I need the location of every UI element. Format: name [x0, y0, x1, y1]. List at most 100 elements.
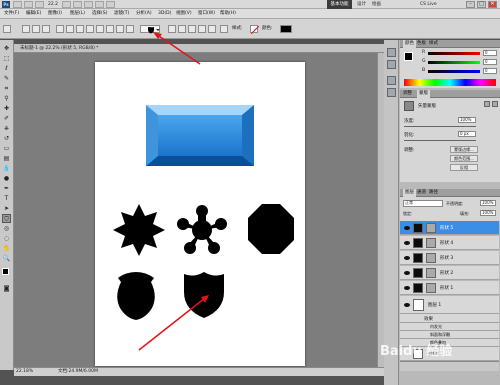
density-field[interactable]: 100% [458, 117, 476, 123]
vertical-scrollbar[interactable] [377, 53, 384, 367]
layer-name[interactable]: 形状 2 [440, 270, 453, 276]
hand-tool-icon[interactable]: ✋ [2, 244, 11, 253]
menu-window[interactable]: 窗口(W) [198, 10, 215, 18]
tool-preset-picker[interactable] [3, 25, 11, 33]
effect-inner-glow[interactable]: 内发光 [400, 323, 499, 331]
tab-layers[interactable]: 图层 [403, 189, 416, 197]
color-spectrum-bar[interactable] [404, 79, 496, 86]
r-value-field[interactable]: 0 [483, 50, 497, 56]
move-tool-icon[interactable]: ✥ [2, 44, 11, 53]
crop-tool-icon[interactable]: ⌗ [2, 84, 11, 93]
menu-image[interactable]: 图像(I) [48, 10, 62, 18]
layer-name[interactable]: 形状 1 [440, 285, 453, 291]
layer-row-shape5[interactable]: 形状 5 [400, 221, 499, 235]
b-slider[interactable] [428, 70, 480, 73]
blue-button-shape[interactable] [146, 105, 254, 166]
maximize-button[interactable]: □ [477, 1, 486, 8]
arrange-documents-button[interactable] [95, 1, 104, 8]
menu-3d[interactable]: 3D(D) [158, 10, 171, 18]
color-swatch[interactable] [280, 25, 292, 33]
lasso-tool-icon[interactable]: ℓ [2, 64, 11, 73]
rounded-rectangle-option[interactable] [86, 25, 94, 33]
history-brush-tool-icon[interactable]: ↺ [2, 134, 11, 143]
actions-panel-icon[interactable] [387, 60, 396, 69]
effects-row[interactable]: 效果 [400, 314, 499, 323]
layer-name[interactable]: 形状 3 [440, 255, 453, 261]
tab-swatches[interactable]: 色板 [417, 40, 426, 48]
menu-file[interactable]: 文件(F) [4, 10, 19, 18]
brush-tool-icon[interactable]: ✐ [2, 114, 11, 123]
zoom-tool-button[interactable] [73, 1, 82, 8]
tab-adjustments[interactable]: 调整 [403, 90, 412, 98]
star-shape[interactable] [113, 204, 165, 256]
menu-analysis[interactable]: 分析(A) [136, 10, 152, 18]
workspace-design[interactable]: 设计 [357, 0, 366, 9]
paths-button[interactable] [32, 25, 40, 33]
menu-edit[interactable]: 编辑(E) [26, 10, 41, 18]
g-slider[interactable] [428, 61, 480, 64]
density-slider[interactable] [404, 126, 476, 127]
g-value-field[interactable]: 0 [483, 59, 497, 65]
minimize-button[interactable]: – [466, 1, 475, 8]
tab-styles[interactable]: 样式 [429, 40, 438, 48]
blend-mode-select[interactable]: 正常 [403, 200, 443, 207]
type-tool-icon[interactable]: T [2, 194, 11, 203]
layer-row-shape3[interactable]: 形状 3 [400, 251, 499, 265]
path-selection-tool-icon[interactable]: ➤ [2, 204, 11, 213]
invert-button[interactable]: 反相 [450, 164, 478, 171]
dodge-tool-icon[interactable]: ● [2, 174, 11, 183]
flower-shape[interactable] [177, 205, 227, 255]
mask-edge-button[interactable]: 蒙版边缘... [450, 146, 478, 153]
pen-tool-icon[interactable]: ✒ [2, 184, 11, 193]
hand-button[interactable] [62, 1, 71, 8]
screen-mode-button[interactable] [106, 1, 115, 8]
document-size-status[interactable]: 文档:24.9M/6.00M [58, 368, 98, 375]
layer-name[interactable]: 形状 4 [440, 240, 453, 246]
layer-row-shape2[interactable]: 形状 2 [400, 266, 499, 280]
link-style-button[interactable] [220, 25, 228, 33]
eye-icon[interactable] [404, 285, 410, 291]
layer-row-group[interactable]: 图层 1 [400, 296, 499, 314]
line-option[interactable] [116, 25, 124, 33]
zoom-tool-icon[interactable]: 🔍 [2, 254, 11, 263]
marquee-tool-icon[interactable]: ⬚ [2, 54, 11, 63]
menu-view[interactable]: 视图(V) [176, 10, 192, 18]
octagon-shape[interactable] [248, 204, 294, 254]
opacity-field[interactable]: 100% [480, 200, 496, 206]
layer-name[interactable]: 形状 5 [440, 225, 453, 231]
eye-icon[interactable] [404, 255, 410, 261]
color-range-button[interactable]: 颜色范围... [450, 155, 478, 162]
bridge-button[interactable] [13, 1, 22, 8]
pixel-mask-button[interactable] [484, 101, 490, 107]
cs-live-button[interactable]: CS Live [420, 0, 437, 9]
blur-tool-icon[interactable]: 💧 [2, 164, 11, 173]
shape-layers-button[interactable] [22, 25, 30, 33]
eye-icon[interactable] [404, 240, 410, 246]
ellipse-option[interactable] [96, 25, 104, 33]
eye-icon[interactable] [404, 225, 410, 231]
quick-select-tool-icon[interactable]: ✎ [2, 74, 11, 83]
feather-field[interactable]: 0 px [458, 131, 476, 137]
menu-filter[interactable]: 滤镜(T) [114, 10, 129, 18]
r-slider[interactable] [428, 52, 480, 55]
layer-row-shape4[interactable]: 形状 4 [400, 236, 499, 250]
3d-rotate-tool-icon[interactable]: ◎ [2, 224, 11, 233]
paragraph-panel-icon[interactable] [387, 88, 396, 97]
tab-channels[interactable]: 通道 [417, 189, 426, 197]
rotate-view-button[interactable] [84, 1, 93, 8]
tab-color[interactable]: 颜色 [403, 40, 416, 48]
character-panel-icon[interactable] [387, 76, 396, 85]
custom-shape-tool-icon[interactable]: ⛉ [2, 214, 11, 223]
workspace-painting[interactable]: 绘画 [372, 0, 381, 9]
vector-mask-button[interactable] [492, 101, 498, 107]
zoom-status[interactable]: 22.18% [16, 368, 33, 375]
clone-stamp-tool-icon[interactable]: ⎈ [2, 124, 11, 133]
mini-bridge-button[interactable] [24, 1, 33, 8]
effect-bevel-emboss[interactable]: 斜面和浮雕 [400, 331, 499, 339]
b-value-field[interactable]: 0 [483, 68, 497, 74]
menu-help[interactable]: 帮助(H) [220, 10, 236, 18]
3d-orbit-tool-icon[interactable]: ◌ [2, 234, 11, 243]
tab-paths[interactable]: 路径 [429, 189, 438, 197]
feather-slider[interactable] [404, 140, 476, 141]
eye-icon[interactable] [404, 302, 410, 308]
